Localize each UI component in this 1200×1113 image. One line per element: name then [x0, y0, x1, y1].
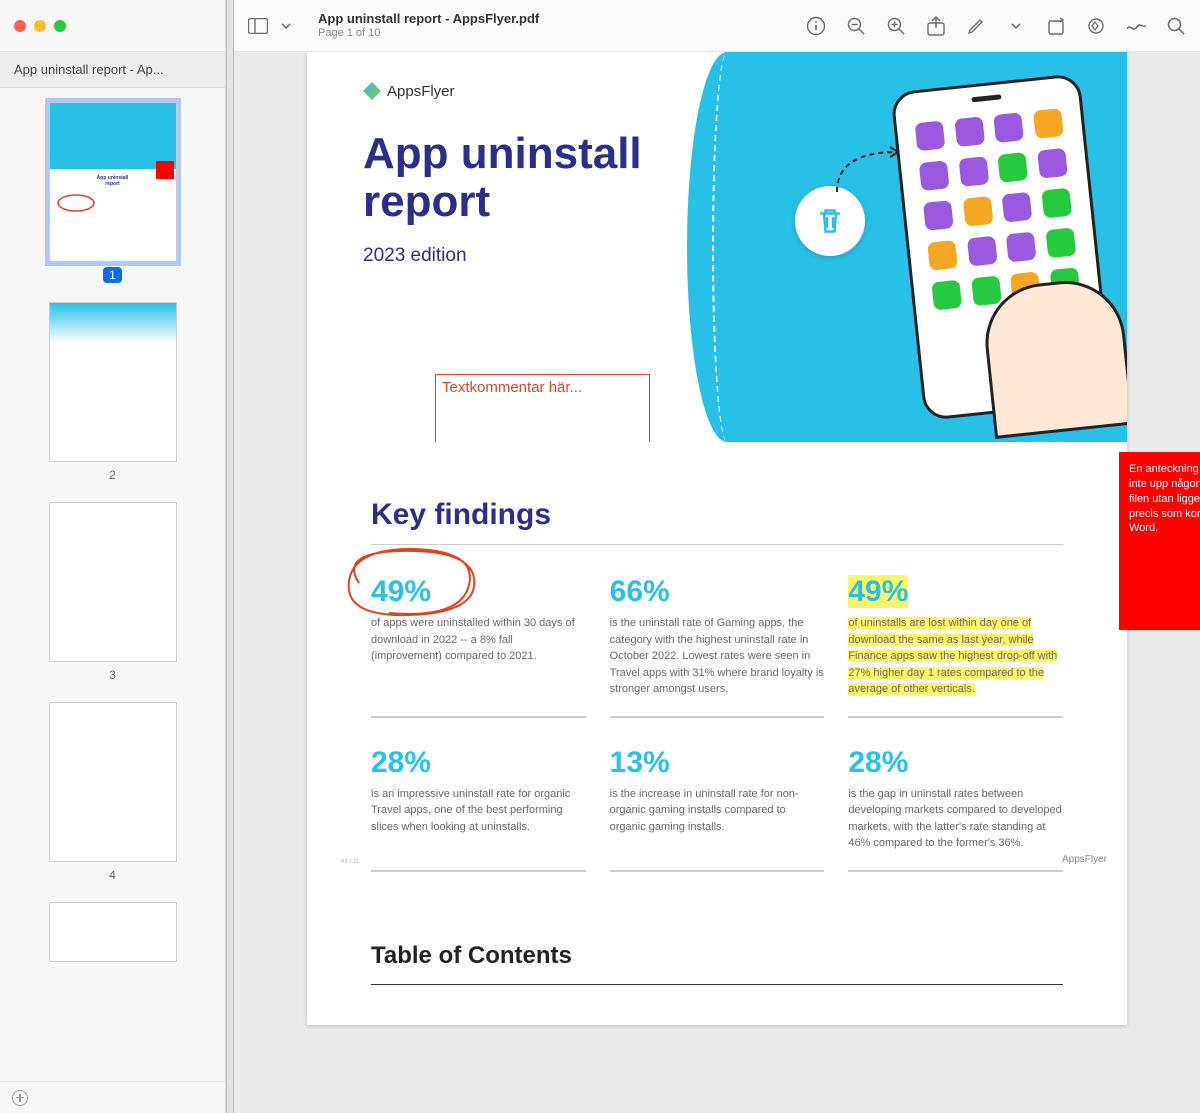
highlight-icon[interactable] — [1086, 16, 1106, 36]
app-icon — [971, 276, 1002, 307]
thumbnail-page-3[interactable]: 3 — [30, 502, 195, 682]
document-title: App uninstall report - AppsFlyer.pdf — [318, 11, 539, 27]
report-title: App uninstallreport — [363, 130, 727, 227]
thumb-number: 4 — [109, 868, 116, 882]
thumbnail-page-5[interactable] — [30, 902, 195, 962]
sticky-note-text: En anteckning i en pdf-fil tar inte upp … — [1129, 463, 1200, 534]
fullscreen-window-icon[interactable] — [54, 20, 66, 32]
chevron-down-icon[interactable] — [276, 16, 296, 36]
key-findings-heading: Key findings — [371, 498, 1127, 532]
finding-desc: of uninstalls are lost within day one of… — [848, 615, 1063, 698]
page-indicator: Page 1 of 10 — [318, 27, 539, 40]
hero-illustration — [727, 52, 1127, 442]
app-icon — [1006, 232, 1037, 263]
app-icon — [1045, 227, 1076, 258]
brand-logo: AppsFlyer — [363, 82, 727, 100]
finding-desc: is an impressive uninstall rate for orga… — [371, 786, 586, 836]
finding-desc: is the uninstall rate of Gaming apps, th… — [610, 615, 825, 698]
sticky-note-annotation[interactable]: En anteckning i en pdf-fil tar inte upp … — [1119, 452, 1200, 630]
thumbnail-sidebar: App uninstall report - Ap... App uninsta… — [0, 0, 226, 1113]
hand-drawn-circle — [329, 543, 489, 625]
finding-card: 13% is the increase in uninstall rate for… — [610, 746, 825, 872]
finding-desc: is the increase in uninstall rate for no… — [610, 786, 825, 836]
search-icon[interactable] — [1166, 16, 1186, 36]
thumb-number: 2 — [109, 468, 116, 482]
app-icon — [966, 236, 997, 267]
finding-stat: 28% — [371, 746, 586, 780]
app-icon — [927, 240, 958, 271]
zoom-in-icon[interactable] — [886, 16, 906, 36]
finding-card: 49%of apps were uninstalled within 30 da… — [371, 575, 586, 718]
document-tab[interactable]: App uninstall report - Ap... — [0, 52, 225, 88]
finding-desc: is the gap in uninstall rates between de… — [848, 786, 1063, 852]
thumb-number: 3 — [109, 668, 116, 682]
thumb-number: 1 — [103, 267, 122, 283]
finding-card: 49% of uninstalls are lost within day one… — [848, 575, 1063, 718]
finding-card: 28% is the gap in uninstall rates between… — [848, 746, 1063, 872]
thumbnail-page-2[interactable]: 2 — [30, 302, 195, 482]
app-icon — [923, 200, 954, 231]
brand-name: AppsFlyer — [387, 83, 455, 100]
app-icon — [954, 116, 985, 147]
text-annotation[interactable]: Textkommentar här... — [435, 374, 650, 442]
chevron-down-icon[interactable] — [1006, 16, 1026, 36]
annotation-placeholder: Textkommentar här... — [436, 375, 649, 400]
pane-divider[interactable] — [226, 0, 234, 1113]
app-icon — [1002, 192, 1033, 223]
thumbnail-page-1[interactable]: App uninstallreport 1 — [30, 102, 195, 282]
thumbnail-list[interactable]: App uninstallreport 1 2 3 4 — [0, 88, 225, 1081]
finding-stat: 66% — [610, 575, 825, 609]
app-icon — [962, 196, 993, 227]
toolbar: App uninstall report - AppsFlyer.pdf Pag… — [234, 0, 1200, 52]
app-icon — [1032, 108, 1063, 139]
app-icon — [931, 280, 962, 311]
page-footer-number: #1 / 21 — [341, 859, 359, 865]
zoom-out-icon[interactable] — [846, 16, 866, 36]
finding-card: 66% is the uninstall rate of Gaming apps,… — [610, 575, 825, 718]
minimize-window-icon[interactable] — [34, 20, 46, 32]
report-subtitle: 2023 edition — [363, 245, 727, 267]
add-page-icon[interactable] — [12, 1090, 28, 1106]
brand-footer: AppsFlyer — [1062, 854, 1107, 865]
page-viewer[interactable]: AppsFlyer App uninstallreport 2023 editi… — [234, 52, 1200, 1113]
toc-heading: Table of Contents — [371, 942, 1127, 970]
pdf-page-1: AppsFlyer App uninstallreport 2023 editi… — [307, 52, 1127, 1025]
info-icon[interactable] — [806, 16, 826, 36]
finding-stat: 49% — [848, 575, 908, 608]
app-icon — [958, 156, 989, 187]
markup-icon[interactable] — [966, 16, 986, 36]
draw-icon[interactable] — [1126, 16, 1146, 36]
thumbnail-page-4[interactable]: 4 — [30, 702, 195, 882]
app-icon — [1037, 148, 1068, 179]
app-icon — [1041, 188, 1072, 219]
finding-card: 28% is an impressive uninstall rate for o… — [371, 746, 586, 872]
window-titlebar — [0, 0, 225, 52]
app-icon — [997, 152, 1028, 183]
close-window-icon[interactable] — [14, 20, 26, 32]
share-icon[interactable] — [926, 16, 946, 36]
finding-stat: 28% — [848, 746, 1063, 780]
finding-stat: 13% — [610, 746, 825, 780]
sidebar-toggle-icon[interactable] — [248, 16, 268, 36]
app-icon — [915, 121, 946, 152]
app-icon — [993, 112, 1024, 143]
rotate-icon[interactable] — [1046, 16, 1066, 36]
app-icon — [919, 160, 950, 191]
